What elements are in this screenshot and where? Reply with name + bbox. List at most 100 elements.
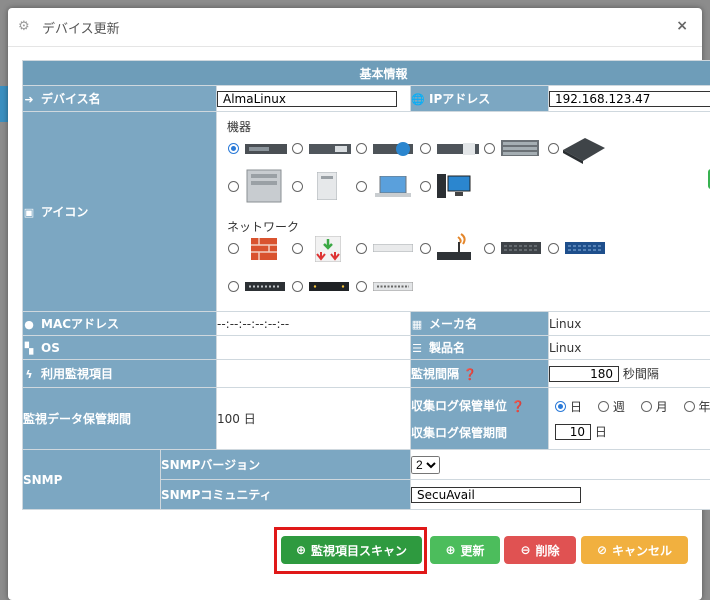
- product-value: Linux: [547, 335, 710, 360]
- mac-value: --:--:--:--:--:--: [216, 311, 411, 336]
- os-value: [216, 335, 411, 360]
- maker-label-text: メーカ名: [429, 317, 478, 331]
- icon-radio-switch-gray[interactable]: [484, 243, 495, 254]
- update-button[interactable]: ⊕ 更新: [430, 536, 500, 564]
- log-unit-month-radio[interactable]: [640, 400, 652, 412]
- list-icon: ☰: [412, 342, 422, 355]
- minus-circle-icon: ⊖: [520, 543, 531, 557]
- apple-icon: ●: [24, 318, 34, 331]
- icon-radio-server-rack-1[interactable]: [228, 143, 239, 154]
- icon-radio-patch-panel[interactable]: [228, 281, 239, 292]
- update-button-label: 更新: [460, 543, 485, 558]
- log-unit-month-label: 月: [655, 399, 668, 414]
- plus-circle-icon: ⊕: [445, 543, 456, 557]
- icon-radio-server-rack-2[interactable]: [292, 143, 303, 154]
- gear-icon: ⚙: [18, 19, 30, 34]
- help-icon[interactable]: ❓: [511, 400, 525, 413]
- wireless-router-icon: [437, 233, 471, 260]
- snmp-community-label: SNMPコミュニティ: [160, 479, 411, 510]
- log-period-label: 収集ログ保管期間: [411, 425, 508, 440]
- icon-radio-wireless-router[interactable]: [420, 243, 431, 254]
- monitor-interval-unit: 秒間隔: [622, 367, 659, 381]
- ip-address-cell: [547, 85, 710, 112]
- delete-button-label: 削除: [535, 543, 560, 558]
- icon-radio-gateway[interactable]: [292, 243, 303, 254]
- icon-radio-switch-blue[interactable]: [548, 243, 559, 254]
- monitor-interval-cell: 秒間隔: [547, 359, 710, 388]
- device-name-label: ➜ デバイス名: [22, 85, 217, 112]
- icon-radio-server-rack-4[interactable]: [420, 143, 431, 154]
- monitor-interval-input[interactable]: [549, 366, 619, 382]
- network-group-label: ネットワーク: [227, 220, 300, 234]
- log-unit-week-radio[interactable]: [597, 400, 609, 412]
- delete-button[interactable]: ⊖ 削除: [504, 536, 576, 564]
- icon-label: ▣ アイコン: [22, 111, 217, 312]
- ip-address-input[interactable]: [549, 90, 710, 107]
- icon-radio-rack-switch[interactable]: [292, 281, 303, 292]
- icon-radio-tower-server[interactable]: [228, 181, 239, 192]
- server-stack-icon: [501, 140, 539, 156]
- rack-server-icon: [245, 144, 287, 154]
- snmp-community-input[interactable]: [411, 486, 581, 503]
- maker-label: ▦ メーカ名: [410, 311, 549, 336]
- tower-pc-icon: [317, 172, 337, 200]
- device-update-modal: ⚙ デバイス更新 × 基本情報 ➜ デバイス名 🌐 IPアドレス: [8, 8, 710, 600]
- icon-radio-tower-pc[interactable]: [292, 181, 303, 192]
- log-unit-week-label: 週: [612, 399, 625, 414]
- log-unit-day-label: 日: [570, 399, 583, 414]
- monitor-items-label: ϟ 利用監視項目: [22, 359, 217, 388]
- icon-radio-laptop[interactable]: [356, 181, 367, 192]
- modal-title: デバイス更新: [42, 21, 120, 37]
- windows-icon: ▚: [24, 341, 34, 355]
- tower-server-icon: [246, 169, 282, 203]
- os-label: ▚ OS: [22, 335, 217, 360]
- icon-radio-desktop[interactable]: [420, 181, 431, 192]
- basic-info-table: 基本情報 ➜ デバイス名 🌐 IPアドレス ▣ アイコン 機器: [21, 60, 710, 510]
- equipment-group-label: 機器: [227, 120, 252, 134]
- help-icon[interactable]: ❓: [463, 368, 477, 381]
- close-button[interactable]: ×: [676, 18, 688, 34]
- icon-radio-light-switch[interactable]: [356, 281, 367, 292]
- gateway-icon: [315, 236, 341, 262]
- sign-in-icon: ➜: [24, 93, 34, 106]
- log-period-input[interactable]: [555, 423, 591, 440]
- mac-label-text: MACアドレス: [41, 317, 120, 331]
- device-name-cell: [216, 85, 411, 112]
- icon-radio-server-rack-5[interactable]: [484, 143, 495, 154]
- building-icon: ▦: [411, 318, 423, 331]
- ip-address-label-text: IPアドレス: [429, 92, 491, 106]
- os-label-text: OS: [41, 340, 60, 355]
- bolt-icon: ϟ: [25, 368, 33, 381]
- icon-label-text: アイコン: [41, 205, 89, 219]
- snmp-version-label: SNMPバージョン: [160, 449, 411, 480]
- log-unit-year-radio[interactable]: [683, 400, 695, 412]
- firewall-icon: [251, 238, 277, 260]
- switch-blue-icon: [565, 242, 605, 254]
- device-name-input[interactable]: [217, 90, 397, 107]
- monitor-items-value: [216, 359, 411, 388]
- icon-radio-appliance[interactable]: [548, 143, 559, 154]
- log-unit-day-radio[interactable]: [555, 400, 566, 412]
- log-unit-label: 収集ログ保管単位: [411, 398, 508, 413]
- monitor-interval-label-text: 監視間隔: [411, 367, 460, 381]
- image-icon: ▣: [23, 206, 35, 219]
- icon-radio-hub[interactable]: [356, 243, 367, 254]
- cancel-button[interactable]: ⊘ キャンセル: [581, 536, 688, 564]
- log-settings-cell: 日 週 月 年 日: [547, 387, 710, 450]
- hub-icon: [373, 244, 413, 252]
- monitor-items-label-text: 利用監視項目: [41, 367, 114, 381]
- maker-value: Linux: [547, 311, 710, 336]
- icon-radio-server-rack-3[interactable]: [356, 143, 367, 154]
- rack-switch-icon: [309, 282, 349, 291]
- log-unit-radio-group: 日 週 月 年: [555, 398, 710, 415]
- ip-address-label: 🌐 IPアドレス: [410, 85, 549, 112]
- desktop-pc-icon: [437, 174, 471, 198]
- device-name-label-text: デバイス名: [41, 92, 101, 106]
- log-period-unit: 日: [594, 424, 607, 439]
- snmp-community-cell: [409, 479, 710, 510]
- switch-icon: [501, 242, 541, 254]
- appliance-icon: [563, 138, 605, 164]
- snmp-version-select[interactable]: 2: [411, 455, 440, 474]
- rack-server-globe-icon: [373, 142, 413, 156]
- icon-radio-firewall[interactable]: [228, 243, 239, 254]
